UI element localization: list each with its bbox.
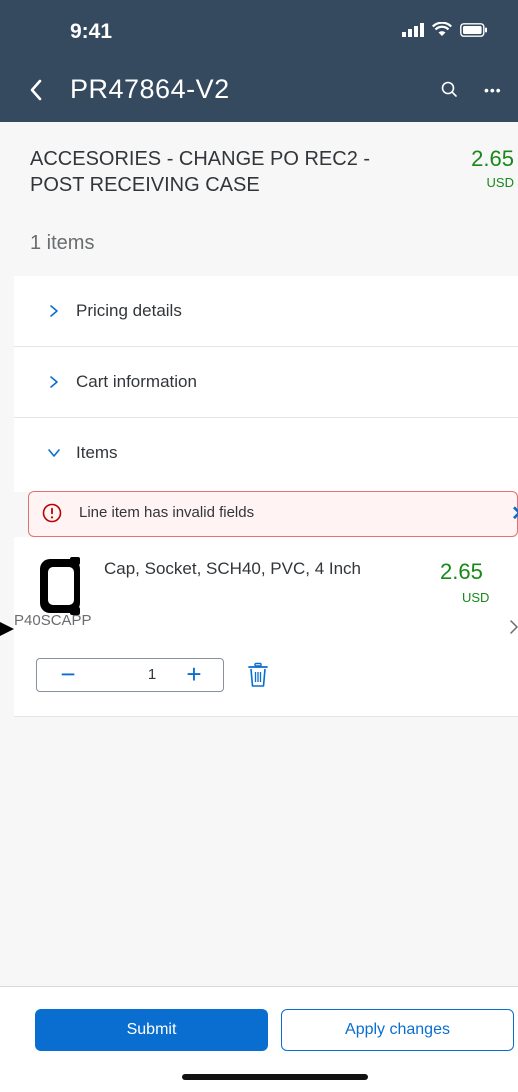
section-pricing-details[interactable]: Pricing details (14, 276, 518, 347)
apply-changes-button[interactable]: Apply changes (281, 1009, 514, 1051)
footer-toolbar: Submit Apply changes (0, 986, 518, 1092)
section-header[interactable]: Items (14, 418, 518, 488)
page-title: PR47864-V2 (70, 74, 230, 104)
section-label: Cart information (76, 372, 197, 391)
pointer-arrow-icon (0, 622, 14, 636)
error-icon (42, 503, 62, 523)
product-image (40, 557, 80, 615)
section-header[interactable]: Cart information (14, 347, 518, 417)
status-icons (402, 22, 488, 37)
item-sku: P40SCAPP (14, 612, 92, 629)
search-button[interactable] (436, 76, 464, 104)
increase-button[interactable]: + (179, 661, 209, 688)
chevron-right-icon[interactable] (508, 619, 518, 635)
cart-total-currency: USD (486, 175, 514, 190)
status-time: 9:41 (70, 20, 113, 43)
back-button[interactable] (22, 72, 52, 108)
cart-title: ACCESORIES - CHANGE PO REC2 - POST RECEI… (30, 148, 371, 196)
nav-bar: PR47864-V2 ••• (0, 62, 518, 120)
mobile-screen: 9:41 PR47864-V2 ••• ACCESORIES - CHANGE … (0, 0, 518, 1092)
close-icon[interactable]: ✕ (511, 502, 518, 526)
error-message-strip: Line item has invalid fields ✕ (28, 491, 518, 537)
quantity-value[interactable]: 1 (135, 666, 169, 683)
section-label: Items (76, 443, 118, 462)
more-icon[interactable]: ••• (484, 76, 516, 104)
section-header[interactable]: Pricing details (14, 276, 518, 346)
quantity-stepper[interactable]: − 1 + (36, 658, 224, 692)
section-items[interactable]: Items (14, 418, 518, 492)
item-name: Cap, Socket, SCH40, PVC, 4 Inch (104, 559, 362, 578)
home-indicator[interactable] (182, 1074, 368, 1080)
item-price: 2.65 (440, 559, 483, 584)
line-item[interactable]: Cap, Socket, SCH40, PVC, 4 Inch 2.65 USD… (14, 537, 518, 717)
error-message-text: Line item has invalid fields (79, 504, 255, 521)
battery-icon (460, 22, 487, 37)
trash-icon[interactable] (246, 662, 270, 688)
cart-total-amount: 2.65 (471, 146, 514, 171)
section-cart-information[interactable]: Cart information (14, 347, 518, 418)
items-count: 1 items (30, 232, 95, 254)
cart-summary: ACCESORIES - CHANGE PO REC2 - POST RECEI… (0, 122, 518, 272)
back-chevron-icon (30, 79, 42, 101)
signal-icon (402, 22, 424, 37)
chevron-right-icon (50, 376, 58, 388)
wifi-icon (432, 22, 452, 36)
submit-button[interactable]: Submit (35, 1009, 268, 1051)
chevron-down-icon (48, 449, 60, 457)
item-currency: USD (462, 590, 490, 605)
chevron-right-icon (50, 305, 58, 317)
status-bar: 9:41 (0, 0, 518, 60)
decrease-button[interactable]: − (53, 661, 83, 688)
search-icon (441, 81, 457, 97)
app-header: 9:41 PR47864-V2 ••• (0, 0, 518, 122)
section-label: Pricing details (76, 301, 182, 320)
